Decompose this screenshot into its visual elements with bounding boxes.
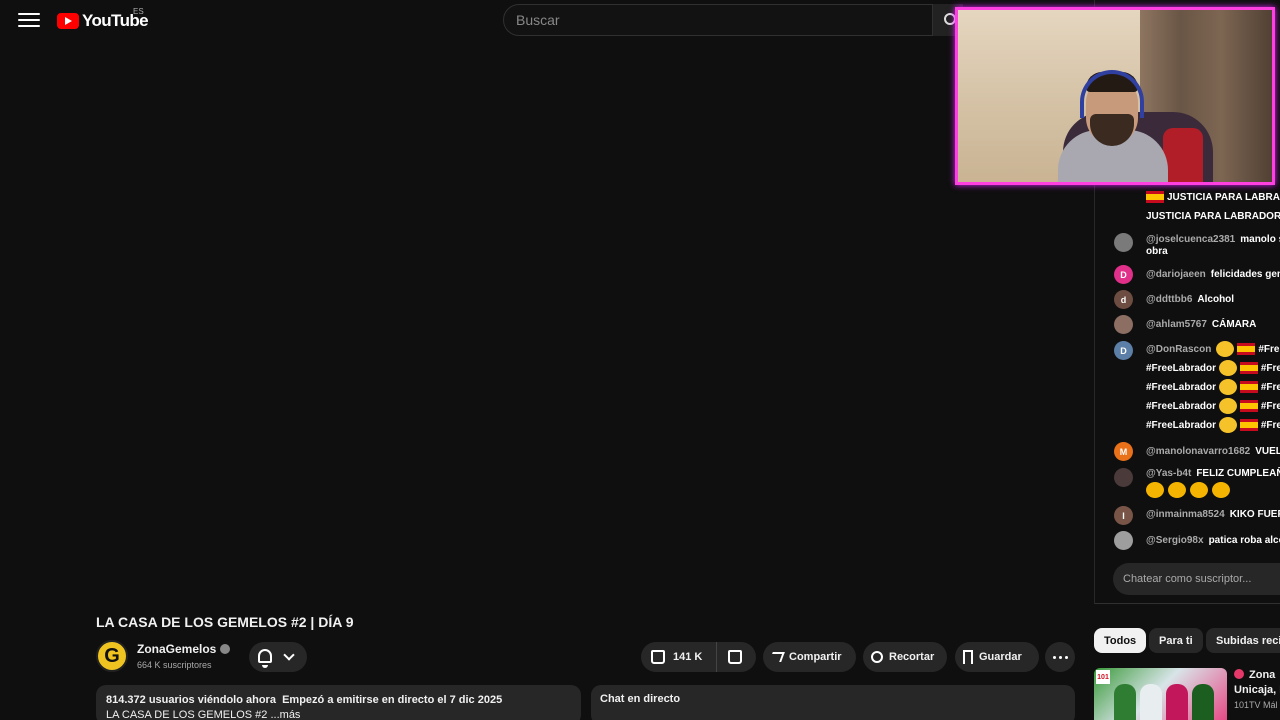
description-box[interactable]: 814.372 usuarios viéndolo ahora Empezó a… [96, 685, 581, 720]
channel-badge: 101 [1096, 670, 1110, 684]
channel-avatar[interactable]: G [96, 640, 128, 672]
clip-button[interactable]: Recortar [863, 642, 947, 672]
chat-message-line: #FreeLabrador #Fre [1146, 416, 1280, 435]
like-button[interactable]: 141 K [641, 642, 717, 672]
chip-para-ti[interactable]: Para ti [1149, 628, 1203, 653]
avatar[interactable] [1114, 468, 1133, 487]
emoji-icon [1218, 398, 1237, 415]
party-face-icon [1146, 482, 1164, 499]
subscriber-count: 664 K suscriptores [137, 660, 212, 670]
spain-flag-icon [1239, 400, 1258, 413]
party-face-icon [1190, 482, 1208, 499]
chip-subidas-recientes[interactable]: Subidas reci [1206, 628, 1280, 653]
webcam-overlay [955, 7, 1275, 185]
emoji-icon [1218, 360, 1237, 377]
suggestion-info[interactable]: Zona Unicaja, F 101TV Mál [1234, 668, 1280, 713]
description-snippet: LA CASA DE LOS GEMELOS #2 [106, 709, 268, 720]
like-count: 141 K [673, 651, 703, 663]
chat-input-box [1113, 563, 1280, 595]
show-more-link[interactable]: ...más [270, 709, 300, 720]
youtube-logo[interactable]: YouTube ES [57, 7, 149, 31]
suggestion-title: Zona [1249, 669, 1276, 681]
live-chat-label: Chat en directo [600, 693, 681, 705]
avatar[interactable]: M [1114, 442, 1133, 461]
live-chat-replay-box[interactable]: Chat en directo [591, 685, 1075, 720]
party-face-icon [1212, 482, 1230, 499]
subscription-bell-button[interactable] [249, 642, 307, 672]
scissors-icon [871, 651, 883, 663]
viewer-count: 814.372 usuarios viéndolo ahora [106, 694, 276, 706]
chat-message: @ddttbb6 Alcohol [1146, 294, 1235, 305]
spain-flag-icon [1239, 419, 1258, 432]
chat-message: @dariojaeen felicidades gem [1146, 269, 1280, 280]
avatar[interactable]: D [1114, 265, 1133, 284]
chat-message-continuation: JUSTICIA PARA LABRADOR [1146, 211, 1280, 222]
dislike-button[interactable] [717, 642, 755, 672]
chat-message-line: obra [1146, 246, 1168, 257]
spain-flag-icon [1237, 343, 1256, 356]
youtube-watch-page: YouTube ES JUSTICIA PARA LABRAD JUSTICIA… [0, 0, 1280, 720]
chat-message: @DonRascon #Fre [1146, 340, 1279, 359]
chip-todos[interactable]: Todos [1094, 628, 1147, 653]
more-actions-button[interactable] [1045, 642, 1075, 672]
thumbs-up-icon [651, 650, 665, 664]
avatar[interactable]: d [1114, 290, 1133, 309]
bell-icon [258, 649, 272, 668]
avatar[interactable] [1114, 233, 1133, 252]
avatar[interactable] [1114, 315, 1133, 334]
search-input[interactable] [516, 5, 932, 35]
youtube-play-icon [57, 13, 79, 29]
video-title: LA CASA DE LOS GEMELOS #2 | DÍA 9 [96, 614, 354, 630]
emoji-icon [1218, 379, 1237, 396]
chat-message-continuation: JUSTICIA PARA LABRAD [1115, 188, 1280, 207]
party-face-icon [1168, 482, 1186, 499]
search-box [503, 4, 933, 36]
emoji-icon [1218, 417, 1237, 434]
chat-message-line: #FreeLabrador #Fre [1146, 397, 1280, 416]
bookmark-icon [963, 650, 973, 664]
chat-message: @manolonavarro1682VUELT [1146, 446, 1280, 457]
avatar[interactable]: I [1114, 506, 1133, 525]
chat-input[interactable] [1123, 563, 1280, 595]
avatar[interactable] [1114, 531, 1133, 550]
like-dislike-group: 141 K [641, 642, 756, 672]
suggestion-channel: 101TV Mál [1234, 700, 1278, 710]
emoji-icon [1216, 341, 1235, 358]
save-button[interactable]: Guardar [955, 642, 1039, 672]
share-icon [769, 652, 785, 662]
spain-flag-icon [1146, 191, 1164, 204]
chat-message-line [1146, 481, 1234, 500]
share-button[interactable]: Compartir [763, 642, 856, 672]
stream-start-date: Empezó a emitirse en directo el 7 dic 20… [282, 694, 503, 706]
verified-icon [220, 644, 231, 654]
spain-flag-icon [1239, 362, 1258, 375]
chat-message: @inmainma8524 KIKO FUER [1146, 509, 1280, 520]
spain-flag-icon [1239, 381, 1258, 394]
suggestion-title-line2: Unicaja, F [1234, 684, 1280, 696]
chevron-down-icon [283, 649, 295, 661]
chat-message-line: #FreeLabrador #Fre [1146, 378, 1280, 397]
thumbs-down-icon [728, 650, 742, 664]
live-indicator-icon [1234, 669, 1244, 679]
chat-message-line: #FreeLabrador #Fre [1146, 359, 1280, 378]
region-code: ES [133, 7, 144, 16]
avatar[interactable]: D [1114, 341, 1133, 360]
chat-message: @ahlam5767 CÁMARA [1146, 319, 1257, 330]
menu-icon[interactable] [18, 10, 40, 30]
chat-message: @Sergio98x patica roba alco [1146, 535, 1280, 546]
chat-divider [1095, 603, 1280, 604]
suggestion-thumbnail[interactable]: 101 [1094, 668, 1227, 720]
channel-name[interactable]: ZonaGemelos [137, 642, 231, 656]
